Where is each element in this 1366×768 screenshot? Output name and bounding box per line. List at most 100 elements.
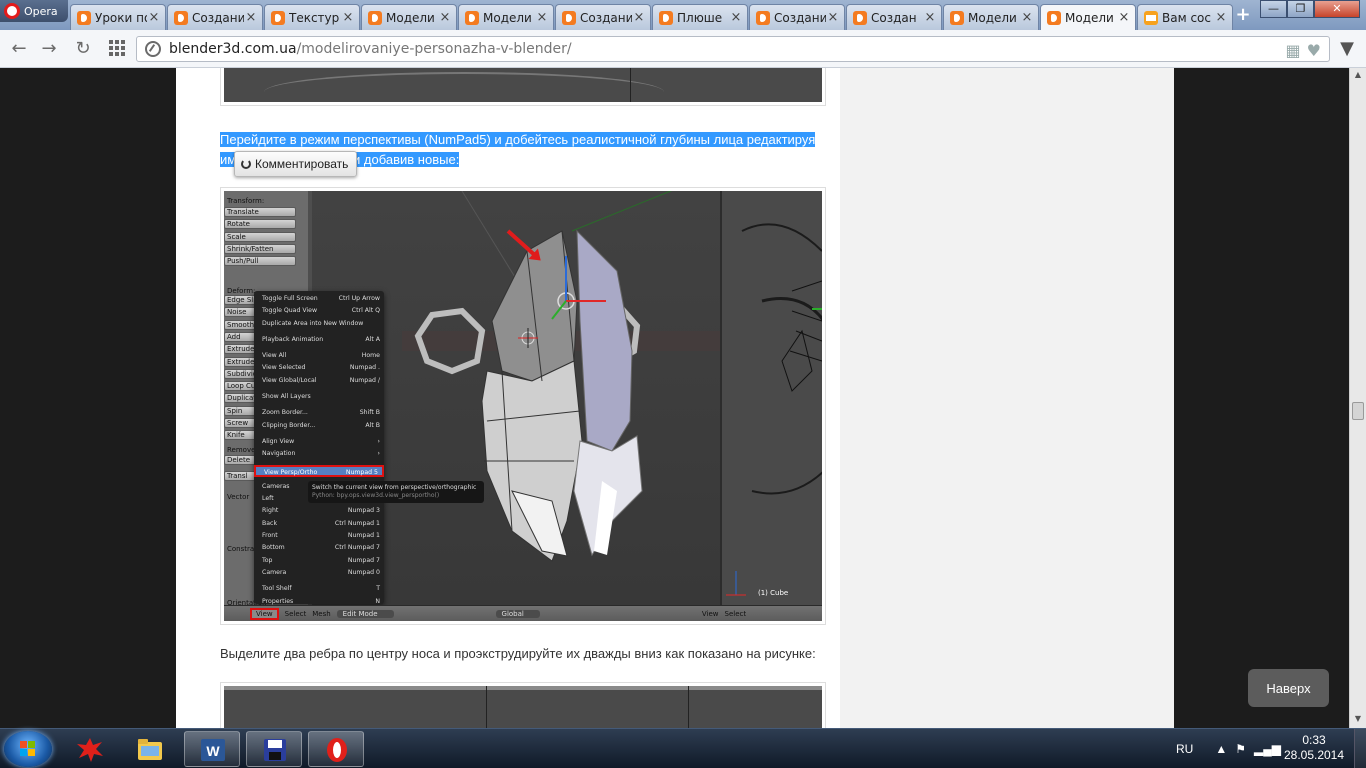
minimize-button[interactable]: —: [1260, 0, 1287, 18]
clock-date: 28.05.2014: [1283, 748, 1345, 762]
tool-shelf-button: Shrink/Fatten: [224, 243, 296, 254]
tab-close-icon[interactable]: ×: [729, 10, 743, 25]
close-button[interactable]: ✕: [1314, 0, 1360, 18]
tab-close-icon[interactable]: ×: [438, 10, 452, 25]
network-flag-icon[interactable]: ⚑: [1235, 742, 1246, 756]
scroll-thumb[interactable]: [1352, 402, 1364, 420]
menu-item-shortcut: Alt B: [365, 421, 380, 429]
browser-tab[interactable]: Модели ×: [458, 4, 554, 30]
opera-menu-button[interactable]: Opera: [0, 0, 68, 22]
blender-menu-item: Playback Animation Alt A: [254, 334, 384, 346]
blender-menu-item: Navigation ›: [254, 448, 384, 460]
opera-icon: [327, 738, 347, 762]
browser-tab[interactable]: Модели ×: [361, 4, 457, 30]
taskbar-save-app[interactable]: [246, 731, 302, 767]
clock-time: 0:33: [1302, 733, 1326, 747]
tab-close-icon[interactable]: ×: [244, 10, 258, 25]
blender-favicon-icon: [77, 10, 91, 25]
menu-item-label: Left: [262, 495, 274, 503]
blender-view-menu: Toggle Full Screen Ctrl Up Arrow Toggle Qu…: [254, 291, 384, 605]
tab-close-icon[interactable]: ×: [147, 10, 161, 25]
menu-item-label: Back: [262, 519, 278, 527]
address-field[interactable]: blender3d.com.ua/modelirovaniye-personaz…: [136, 36, 1330, 62]
blender-menu-item: View Global/Local Numpad /: [254, 375, 384, 387]
tab-label: Вам сос: [1162, 10, 1211, 25]
bookmark-heart-icon[interactable]: ♥: [1307, 41, 1321, 60]
tab-close-icon[interactable]: ×: [1117, 10, 1131, 25]
reload-icon[interactable]: ↻: [72, 38, 94, 60]
system-tray: RU ▲ ⚑ ▂▄▆: [1176, 729, 1281, 768]
browser-tab[interactable]: Вам сос ×: [1137, 4, 1233, 30]
download-icon[interactable]: ▼: [1336, 38, 1358, 60]
scroll-up-icon[interactable]: ▲: [1352, 70, 1364, 82]
menu-item-label: View Persp/Ortho: [264, 468, 318, 476]
start-button[interactable]: [4, 731, 52, 767]
site-info-icon[interactable]: [145, 41, 161, 57]
tab-label: Модели: [483, 10, 532, 25]
tab-label: Текстур: [289, 10, 340, 25]
scroll-down-icon[interactable]: ▼: [1352, 714, 1364, 726]
blender-select-menu: Select: [284, 609, 307, 618]
blender-menu-item: Front Numpad 1: [254, 530, 384, 542]
menu-item-shortcut: Numpad 3: [347, 507, 380, 515]
show-desktop-button[interactable]: [1354, 729, 1366, 768]
browser-tab[interactable]: Модели ×: [943, 4, 1039, 30]
tab-close-icon[interactable]: ×: [923, 10, 937, 25]
menu-item-label: Clipping Border...: [262, 421, 316, 429]
taskbar-splat-app[interactable]: [62, 731, 118, 767]
blender-mesh-menu: Mesh: [312, 609, 331, 618]
comment-button[interactable]: Комментировать: [234, 151, 358, 177]
menu-item-label: Duplicate Area into New Window: [262, 319, 364, 327]
back-to-top-button[interactable]: Наверх: [1248, 669, 1329, 707]
menu-item-label: Navigation: [262, 450, 296, 458]
window-controls: — ❐ ✕: [1260, 0, 1360, 18]
browser-tab[interactable]: Создани ×: [555, 4, 651, 30]
signal-bars-icon[interactable]: ▂▄▆: [1254, 742, 1281, 756]
tab-label: Модели: [386, 10, 435, 25]
taskbar-word[interactable]: W: [184, 731, 240, 767]
browser-tab[interactable]: Уроки по ×: [70, 4, 166, 30]
tab-label: Модели: [968, 10, 1017, 25]
web-page: Перейдите в режим перспективы (NumPad5) …: [0, 68, 1349, 728]
browser-tab[interactable]: Создани ×: [167, 4, 263, 30]
tab-close-icon[interactable]: ×: [1214, 10, 1228, 25]
blender-menu-item: Top Numpad 7: [254, 555, 384, 567]
tab-close-icon[interactable]: ×: [632, 10, 646, 25]
back-arrow-icon[interactable]: ←: [8, 38, 30, 60]
tab-close-icon[interactable]: ×: [341, 10, 355, 25]
tab-close-icon[interactable]: ×: [826, 10, 840, 25]
menu-item-shortcut: Ctrl Up Arrow: [338, 295, 380, 302]
speed-dial-grid-icon[interactable]: [109, 40, 125, 56]
language-indicator[interactable]: RU: [1176, 742, 1193, 756]
url-actions: ▦ ♥: [1286, 41, 1321, 60]
taskbar-clock[interactable]: 0:33 28.05.2014: [1282, 733, 1346, 763]
browser-tab[interactable]: Модели ×: [1040, 4, 1136, 30]
stash-icon[interactable]: ▦: [1286, 41, 1301, 60]
tray-expand-icon[interactable]: ▲: [1215, 742, 1227, 756]
blender-menu-item: Bottom Ctrl Numpad 7: [254, 542, 384, 554]
browser-tab[interactable]: Создан ×: [846, 4, 942, 30]
menu-item-shortcut: Home: [361, 352, 380, 360]
new-tab-button[interactable]: +: [1232, 6, 1254, 26]
browser-tab[interactable]: Плюше ×: [652, 4, 748, 30]
menu-item-shortcut: Numpad .: [349, 364, 380, 372]
page-scrollbar[interactable]: ▲ ▼: [1349, 68, 1366, 728]
menu-item-shortcut: Alt A: [365, 335, 380, 343]
article-column: Перейдите в режим перспективы (NumPad5) …: [176, 68, 840, 728]
forward-arrow-icon[interactable]: →: [38, 38, 60, 60]
menu-item-label: Toggle Full Screen: [262, 295, 318, 302]
blender-menu-item: View Persp/Ortho Numpad 5: [254, 464, 384, 477]
restore-button[interactable]: ❐: [1287, 0, 1314, 18]
browser-tab[interactable]: Текстур ×: [264, 4, 360, 30]
tab-close-icon[interactable]: ×: [1020, 10, 1034, 25]
blender-favicon-icon: [1047, 10, 1061, 25]
browser-tab[interactable]: Создани ×: [749, 4, 845, 30]
menu-item-label: Show All Layers: [262, 393, 311, 401]
taskbar-opera[interactable]: [308, 731, 364, 767]
taskbar-explorer[interactable]: [122, 731, 178, 767]
tool-shelf-button: Rotate: [224, 219, 296, 230]
blender-menu-item: Duplicate Area into New Window: [254, 318, 384, 330]
tab-label: Плюше: [677, 10, 723, 25]
tab-close-icon[interactable]: ×: [535, 10, 549, 25]
windows-flag-icon: [20, 741, 36, 757]
